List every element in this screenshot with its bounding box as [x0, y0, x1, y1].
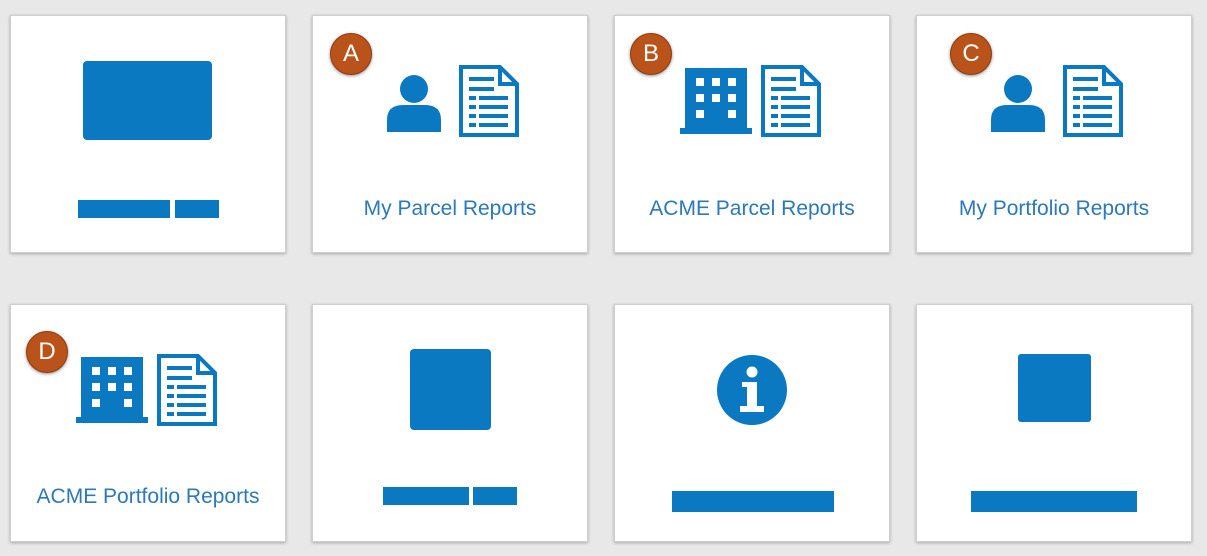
tile-my-parcel-reports[interactable]: My Parcel Reports A: [312, 15, 588, 253]
tile-acme-portfolio-reports[interactable]: ACME Portfolio Reports D: [10, 304, 286, 542]
tile-label: My Portfolio Reports: [958, 197, 1150, 220]
building-icon: [680, 68, 752, 134]
redacted-label-bar: [473, 487, 517, 505]
info-icon: [717, 355, 787, 425]
redacted-icon-block: [1018, 354, 1091, 422]
person-icon: [991, 75, 1045, 132]
report-document-icon: [761, 65, 821, 137]
tile-info[interactable]: [614, 304, 890, 542]
redacted-label-bar: [175, 200, 219, 218]
tile-acme-parcel-reports[interactable]: ACME Parcel Reports B: [614, 15, 890, 253]
callout-badge: B: [630, 33, 672, 75]
tile-label: My Parcel Reports: [363, 197, 537, 220]
redacted-label-bar: [383, 487, 469, 505]
redacted-icon-block: [410, 349, 491, 430]
redacted-label-bar: [971, 491, 1137, 512]
callout-badge: A: [330, 33, 372, 75]
callout-badge: C: [950, 33, 992, 75]
report-document-icon: [459, 65, 519, 137]
callout-badge: D: [26, 331, 68, 373]
report-document-icon: [157, 354, 217, 426]
redacted-icon-block: [83, 61, 212, 140]
tile-my-portfolio-reports[interactable]: My Portfolio Reports C: [916, 15, 1192, 253]
redacted-label-bar: [78, 200, 170, 218]
tile-redacted-1[interactable]: [10, 15, 286, 253]
tile-label: ACME Parcel Reports: [649, 197, 855, 220]
tile-redacted-8[interactable]: [916, 304, 1192, 542]
person-icon: [387, 75, 441, 132]
building-icon: [76, 357, 148, 423]
tile-redacted-6[interactable]: [312, 304, 588, 542]
redacted-label-bar: [672, 491, 834, 512]
tile-label: ACME Portfolio Reports: [36, 485, 260, 508]
report-document-icon: [1063, 65, 1123, 137]
